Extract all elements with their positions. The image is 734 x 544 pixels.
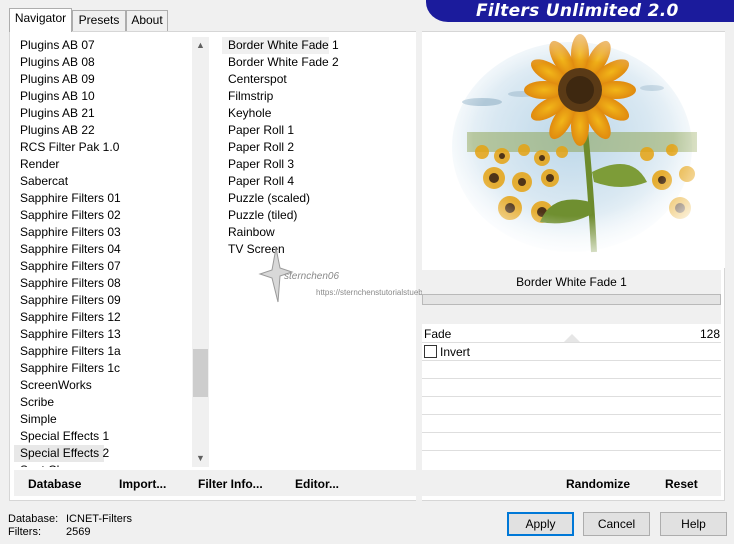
filter-list-item[interactable]: Filmstrip	[222, 88, 416, 105]
cancel-button[interactable]: Cancel	[583, 512, 650, 536]
filter-list[interactable]: Border White Fade 1 Border White Fade 2 Ce…	[222, 37, 416, 467]
param-row-divider	[422, 378, 721, 379]
category-list-item[interactable]: Render	[14, 156, 192, 173]
filter-list-item[interactable]: Keyhole	[222, 105, 416, 122]
watermark-name: sternchen06	[284, 271, 340, 282]
preview-progress-bar	[422, 294, 721, 305]
reset-button[interactable]: Reset	[665, 477, 698, 491]
sunflower-preview-image	[422, 32, 725, 268]
category-scrollbar[interactable]: ▲ ▼	[192, 37, 209, 467]
param-row-divider	[422, 396, 721, 397]
filter-list-item[interactable]: Paper Roll 2	[222, 139, 416, 156]
apply-button[interactable]: Apply	[507, 512, 574, 536]
invert-checkbox[interactable]	[424, 345, 437, 358]
param-row-divider	[422, 414, 721, 415]
filter-list-item[interactable]: Border White Fade 2	[222, 54, 416, 71]
parameter-panel: Border White Fade 1 Fade 128 Invert	[422, 270, 721, 468]
param-row-divider	[422, 360, 721, 361]
editor-button[interactable]: Editor...	[295, 477, 339, 491]
category-list-item[interactable]: RCS Filter Pak 1.0	[14, 139, 192, 156]
filter-list-item[interactable]: Centerspot	[222, 71, 416, 88]
category-list-item[interactable]: Sapphire Filters 1c	[14, 360, 192, 377]
category-list-item[interactable]: Plugins AB 09	[14, 71, 192, 88]
category-list-item[interactable]: Plugins AB 10	[14, 88, 192, 105]
selected-filter-name: Border White Fade 1	[422, 270, 721, 294]
param-row-divider	[422, 450, 721, 451]
category-list-item[interactable]: Plugins AB 22	[14, 122, 192, 139]
category-list-item[interactable]: Sapphire Filters 01	[14, 190, 192, 207]
tab-about[interactable]: About	[126, 10, 168, 31]
category-list-item[interactable]: Sapphire Filters 02	[14, 207, 192, 224]
right-toolbar: Randomize Reset	[422, 470, 721, 496]
filter-info-button[interactable]: Filter Info...	[198, 477, 263, 491]
invert-label: Invert	[440, 345, 471, 359]
filter-list-item[interactable]: Rainbow	[222, 224, 416, 241]
category-list-item[interactable]: Plugins AB 21	[14, 105, 192, 122]
category-list-item[interactable]: Scribe	[14, 394, 192, 411]
category-list-item[interactable]: Sapphire Filters 07	[14, 258, 192, 275]
help-button[interactable]: Help	[660, 512, 727, 536]
scrollbar-thumb[interactable]	[193, 349, 208, 397]
filters-count-label: Filters:	[8, 526, 41, 538]
database-label: Database:	[8, 513, 59, 525]
tab-navigator[interactable]: Navigator	[9, 8, 72, 32]
category-list-item[interactable]: Sapphire Filters 08	[14, 275, 192, 292]
category-list-item[interactable]: Plugins AB 08	[14, 54, 192, 71]
scroll-down-arrow-icon[interactable]: ▼	[192, 450, 209, 467]
randomize-button[interactable]: Randomize	[566, 477, 630, 491]
filters-count-value: 2569	[66, 526, 91, 538]
filter-preview	[422, 32, 725, 268]
import-button[interactable]: Import...	[119, 477, 166, 491]
category-list-item[interactable]: Sapphire Filters 04	[14, 241, 192, 258]
fade-slider-marker-icon[interactable]	[564, 334, 580, 342]
category-list-item[interactable]: Sapphire Filters 03	[14, 224, 192, 241]
filter-list-item[interactable]: TV Screen	[222, 241, 416, 258]
filter-list-item[interactable]: Border White Fade 1	[222, 37, 339, 54]
category-list-item[interactable]: Plugins AB 07	[14, 37, 192, 54]
app-title: Filters Unlimited 2.0	[476, 1, 679, 21]
database-button[interactable]: Database	[28, 477, 81, 491]
category-list-item[interactable]: Sapphire Filters 13	[14, 326, 192, 343]
category-list-item[interactable]: Sabercat	[14, 173, 192, 190]
category-list-item[interactable]: Sapphire Filters 09	[14, 292, 192, 309]
category-list-item[interactable]: Spot Chromes	[14, 462, 192, 467]
filter-list-item[interactable]: Paper Roll 3	[222, 156, 416, 173]
filter-list-item[interactable]: Puzzle (tiled)	[222, 207, 416, 224]
filter-list-item[interactable]: Puzzle (scaled)	[222, 190, 416, 207]
fade-value[interactable]: 128	[700, 327, 720, 341]
category-list-item[interactable]: Special Effects 1	[14, 428, 192, 445]
left-toolbar: Database Import... Filter Info... Editor…	[14, 470, 416, 496]
filter-list-item[interactable]: Paper Roll 1	[222, 122, 416, 139]
category-list-item[interactable]: Simple	[14, 411, 192, 428]
parameter-header-gap	[422, 305, 721, 324]
category-list[interactable]: Plugins AB 07 Plugins AB 08 Plugins AB 09 P…	[14, 37, 192, 467]
filter-list-item[interactable]: Paper Roll 4	[222, 173, 416, 190]
category-list-item[interactable]: Special Effects 2	[14, 445, 109, 462]
param-row-divider	[422, 342, 721, 343]
database-value: ICNET-Filters	[66, 513, 132, 525]
category-list-item[interactable]: Sapphire Filters 1a	[14, 343, 192, 360]
param-row-divider	[422, 432, 721, 433]
tab-presets[interactable]: Presets	[72, 10, 126, 31]
fade-label: Fade	[424, 327, 452, 341]
header-banner: Filters Unlimited 2.0	[426, 0, 734, 22]
category-list-item[interactable]: ScreenWorks	[14, 377, 192, 394]
category-list-item[interactable]: Sapphire Filters 12	[14, 309, 192, 326]
scroll-up-arrow-icon[interactable]: ▲	[192, 37, 209, 54]
